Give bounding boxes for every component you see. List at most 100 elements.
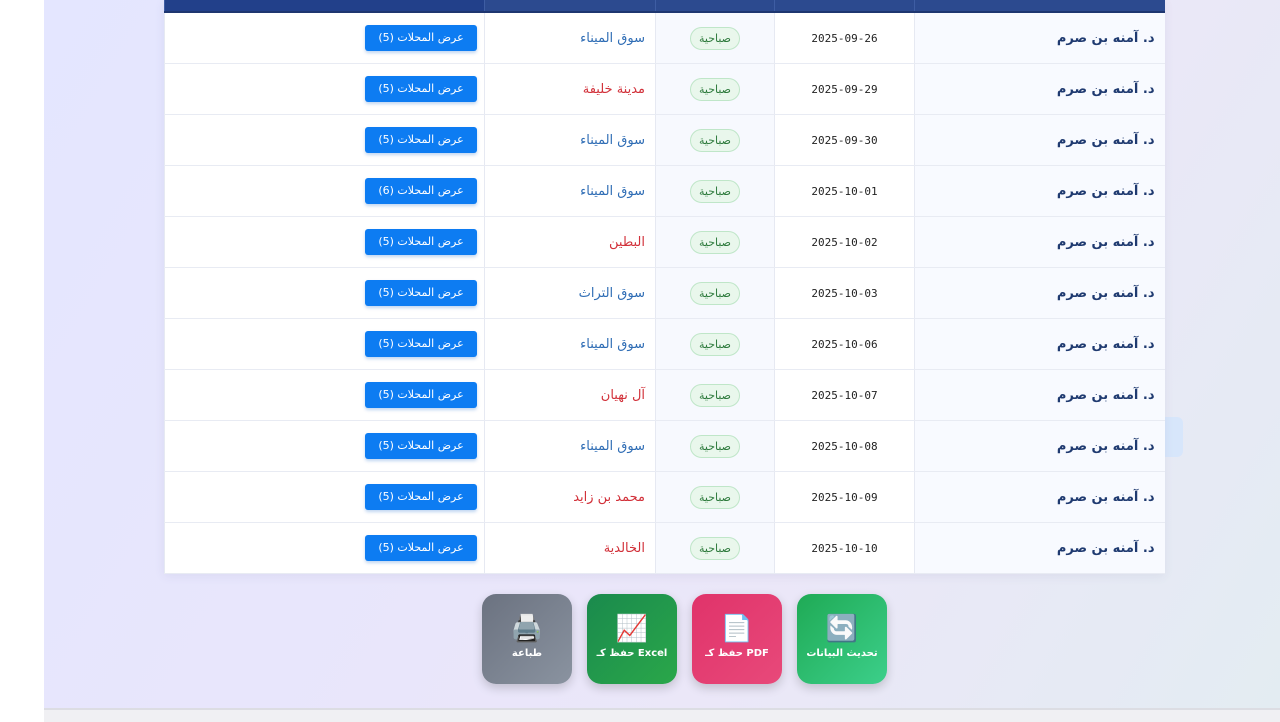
- view-shops-button[interactable]: عرض المحلات (5): [365, 25, 477, 51]
- doctor-name: د. آمنه بن صرم: [914, 420, 1165, 472]
- table-row: د. آمنه بن صرم 2025-10-01 صباحية سوق المينا…: [164, 165, 1165, 217]
- location-cell: سوق الميناء: [484, 114, 656, 166]
- view-shops-button[interactable]: عرض المحلات (5): [365, 127, 477, 153]
- shift-badge: صباحية: [689, 26, 741, 50]
- actions-cell: عرض المحلات (5): [164, 318, 485, 370]
- actions-cell: عرض المحلات (5): [164, 420, 485, 472]
- view-shops-button[interactable]: عرض المحلات (5): [365, 331, 477, 357]
- table-header-row: [164, 0, 1165, 13]
- doctor-name: د. آمنه بن صرم: [914, 12, 1165, 64]
- location-cell: الخالدية: [484, 522, 656, 574]
- shift-cell: صباحية: [655, 114, 775, 166]
- actions-cell: عرض المحلات (5): [164, 216, 485, 268]
- actions-cell: عرض المحلات (5): [164, 12, 485, 64]
- view-shops-button[interactable]: عرض المحلات (5): [365, 76, 477, 102]
- chart-icon: 📈: [615, 614, 649, 644]
- save-excel-label: حفظ كـ Excel: [596, 648, 668, 659]
- shift-badge: صباحية: [689, 281, 741, 305]
- view-shops-button[interactable]: عرض المحلات (6): [365, 178, 477, 204]
- view-shops-button[interactable]: عرض المحلات (5): [365, 280, 477, 306]
- actions-cell: عرض المحلات (5): [164, 471, 485, 523]
- view-shops-button[interactable]: عرض المحلات (5): [365, 484, 477, 510]
- shift-cell: صباحية: [655, 318, 775, 370]
- doctor-name: د. آمنه بن صرم: [914, 369, 1165, 421]
- location-link[interactable]: سوق الميناء: [580, 31, 645, 46]
- location-link[interactable]: سوق الميناء: [580, 133, 645, 148]
- shift-date: 2025-09-26: [774, 12, 915, 64]
- refresh-data-button[interactable]: 🔄 تحديث البيانات: [797, 594, 887, 684]
- view-shops-button[interactable]: عرض المحلات (5): [365, 229, 477, 255]
- save-pdf-button[interactable]: 📄 حفظ كـ PDF: [692, 594, 782, 684]
- document-icon: 📄: [720, 614, 754, 644]
- doctor-name: د. آمنه بن صرم: [914, 318, 1165, 370]
- location-link[interactable]: سوق الميناء: [580, 337, 645, 352]
- header-date[interactable]: [774, 0, 915, 13]
- location-link[interactable]: آل نهيان: [601, 388, 645, 403]
- shift-date: 2025-10-01: [774, 165, 915, 217]
- print-label: طباعة: [511, 648, 543, 659]
- actions-cell: عرض المحلات (5): [164, 63, 485, 115]
- actions-cell: عرض المحلات (5): [164, 114, 485, 166]
- location-cell: سوق الميناء: [484, 12, 656, 64]
- shift-date: 2025-10-10: [774, 522, 915, 574]
- printer-icon: 🖨️: [510, 614, 544, 644]
- shift-date: 2025-09-29: [774, 63, 915, 115]
- shift-badge: صباحية: [689, 536, 741, 560]
- doctor-name: د. آمنه بن صرم: [914, 471, 1165, 523]
- shift-cell: صباحية: [655, 522, 775, 574]
- shift-badge: صباحية: [689, 230, 741, 254]
- table-row: د. آمنه بن صرم 2025-09-29 صباحية مدينة خليف…: [164, 63, 1165, 115]
- header-shift[interactable]: [655, 0, 775, 13]
- view-shops-button[interactable]: عرض المحلات (5): [365, 433, 477, 459]
- view-shops-button[interactable]: عرض المحلات (5): [365, 382, 477, 408]
- shift-date: 2025-10-07: [774, 369, 915, 421]
- location-cell: آل نهيان: [484, 369, 656, 421]
- table-row: د. آمنه بن صرم 2025-10-06 صباحية سوق المينا…: [164, 318, 1165, 370]
- shift-cell: صباحية: [655, 216, 775, 268]
- actions-cell: عرض المحلات (5): [164, 369, 485, 421]
- schedule-table: د. آمنه بن صرم 2025-09-26 صباحية سوق المينا…: [164, 0, 1165, 574]
- table-row: د. آمنه بن صرم 2025-10-07 صباحية آل نهيان عر…: [164, 369, 1165, 421]
- shift-date: 2025-10-09: [774, 471, 915, 523]
- shift-cell: صباحية: [655, 12, 775, 64]
- doctor-name: د. آمنه بن صرم: [914, 165, 1165, 217]
- location-link[interactable]: الخالدية: [604, 541, 645, 556]
- header-doctor[interactable]: [914, 0, 1165, 13]
- actions-cell: عرض المحلات (6): [164, 165, 485, 217]
- location-link[interactable]: مدينة خليفة: [583, 82, 645, 97]
- refresh-icon: 🔄: [825, 614, 859, 644]
- shift-cell: صباحية: [655, 165, 775, 217]
- location-link[interactable]: سوق الميناء: [580, 184, 645, 199]
- location-cell: مدينة خليفة: [484, 63, 656, 115]
- table-row: د. آمنه بن صرم 2025-09-30 صباحية سوق المينا…: [164, 114, 1165, 166]
- save-excel-button[interactable]: 📈 حفظ كـ Excel: [587, 594, 677, 684]
- print-button[interactable]: 🖨️ طباعة: [482, 594, 572, 684]
- shift-badge: صباحية: [689, 179, 741, 203]
- shift-badge: صباحية: [689, 434, 741, 458]
- table-row: د. آمنه بن صرم 2025-10-03 صباحية سوق التراث…: [164, 267, 1165, 319]
- doctor-name: د. آمنه بن صرم: [914, 114, 1165, 166]
- shift-badge: صباحية: [689, 332, 741, 356]
- location-cell: سوق الميناء: [484, 420, 656, 472]
- location-link[interactable]: سوق الميناء: [580, 439, 645, 454]
- location-cell: البطين: [484, 216, 656, 268]
- view-shops-button[interactable]: عرض المحلات (5): [365, 535, 477, 561]
- side-panel-tab[interactable]: [1163, 417, 1183, 457]
- shift-cell: صباحية: [655, 369, 775, 421]
- header-location[interactable]: [484, 0, 656, 13]
- refresh-data-label: تحديث البيانات: [806, 648, 878, 659]
- location-cell: سوق الميناء: [484, 165, 656, 217]
- table-row: د. آمنه بن صرم 2025-10-09 صباحية محمد بن زا…: [164, 471, 1165, 523]
- doctor-name: د. آمنه بن صرم: [914, 522, 1165, 574]
- save-pdf-label: حفظ كـ PDF: [705, 648, 769, 659]
- table-row: د. آمنه بن صرم 2025-10-10 صباحية الخالدية عر…: [164, 522, 1165, 574]
- location-link[interactable]: محمد بن زايد: [573, 490, 645, 505]
- location-cell: سوق الميناء: [484, 318, 656, 370]
- shift-cell: صباحية: [655, 267, 775, 319]
- shift-badge: صباحية: [689, 128, 741, 152]
- shift-cell: صباحية: [655, 471, 775, 523]
- doctor-name: د. آمنه بن صرم: [914, 63, 1165, 115]
- location-link[interactable]: سوق التراث: [579, 286, 645, 301]
- location-cell: محمد بن زايد: [484, 471, 656, 523]
- location-link[interactable]: البطين: [609, 235, 645, 250]
